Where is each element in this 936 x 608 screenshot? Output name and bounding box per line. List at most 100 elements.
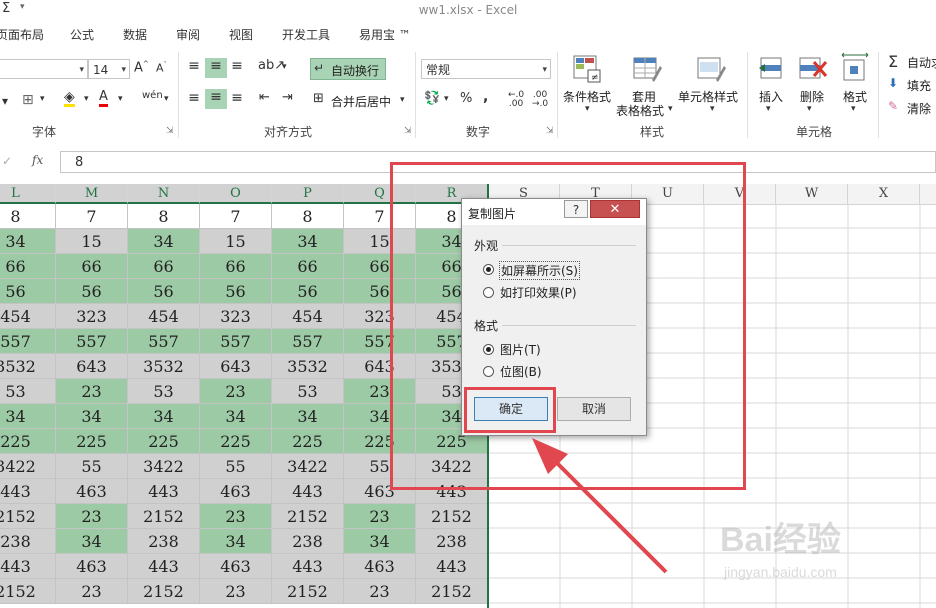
cell[interactable]: 454 [0,304,56,329]
fill-label[interactable]: 填充 [907,77,931,94]
cell[interactable]: 225 [0,429,56,454]
cell[interactable]: 56 [128,279,200,304]
help-button[interactable]: ? [564,200,588,218]
align-center-icon[interactable]: ≡ [205,89,227,109]
cell[interactable]: 34 [272,229,344,254]
cell[interactable]: 23 [56,579,128,604]
picture-label[interactable]: 图片(T) [500,341,541,358]
cell[interactable]: 238 [128,529,200,554]
radio-bitmap[interactable] [483,366,494,377]
decrease-decimal-icon[interactable]: .00 →.0 [532,91,548,109]
cell-style-icon[interactable] [696,54,726,84]
cell[interactable]: 53 [0,379,56,404]
tab-page-layout[interactable]: 页面布局 [0,26,44,43]
table-format-label-2[interactable]: 表格格式 [616,102,664,119]
cell[interactable]: 23 [56,379,128,404]
border-icon[interactable]: ⊞ [22,92,34,108]
column-header-W[interactable]: W [776,184,848,204]
bitmap-label[interactable]: 位图(B) [500,363,542,380]
column-header-P[interactable]: P [272,184,344,204]
increase-indent-icon[interactable]: ⇥ [282,90,293,105]
as-shown-when-printed-label[interactable]: 如打印效果(P) [500,284,577,301]
cell[interactable]: 225 [128,429,200,454]
percent-icon[interactable]: % [460,91,472,106]
cell[interactable]: 443 [0,554,56,579]
cell[interactable]: 23 [344,504,416,529]
cell[interactable]: 463 [56,554,128,579]
align-bottom-icon[interactable]: ≡ [228,58,246,74]
chevron-down-icon[interactable]: ▾ [400,95,405,105]
clear-label[interactable]: 清除 [907,100,931,117]
fill-color-icon[interactable]: ◈ [64,90,75,107]
conditional-format-icon[interactable]: ≠ [572,54,602,84]
dialog-launcher-icon[interactable]: ⇲ [546,126,554,136]
align-middle-icon[interactable]: ≡ [205,58,227,78]
cell[interactable]: 34 [0,404,56,429]
cell-style-label[interactable]: 单元格样式 [678,88,738,105]
cell[interactable]: 34 [200,404,272,429]
align-top-icon[interactable]: ≡ [185,58,203,74]
cell[interactable]: 238 [272,529,344,554]
cell[interactable]: 557 [272,329,344,354]
cell[interactable]: 443 [0,479,56,504]
cell[interactable]: 557 [56,329,128,354]
fx-icon[interactable]: fx [32,153,43,167]
cell[interactable]: 34 [344,529,416,554]
chevron-down-icon[interactable]: ▾ [710,104,715,114]
cell[interactable]: 56 [0,279,56,304]
chevron-down-icon[interactable]: ▾ [282,62,287,72]
chevron-down-icon[interactable]: ▾ [118,94,123,104]
format-label[interactable]: 格式 [843,88,867,105]
table-format-icon[interactable] [632,54,662,84]
cell[interactable]: 7 [56,204,128,229]
cell[interactable]: 2152 [0,504,56,529]
cell[interactable]: 8 [272,204,344,229]
cell[interactable]: 3532 [0,354,56,379]
font-shrink-icon[interactable]: Aˇ [156,61,167,75]
font-name-combo[interactable]: ▾ [0,59,88,79]
chevron-down-icon[interactable]: ▾ [164,94,169,104]
chevron-down-icon[interactable]: ▾ [668,104,673,114]
insert-label[interactable]: 插入 [759,88,783,105]
chevron-down-icon[interactable]: ▾ [851,104,856,114]
cell[interactable]: 454 [272,304,344,329]
cell[interactable]: 55 [56,454,128,479]
cell[interactable]: 23 [56,504,128,529]
cell[interactable]: 7 [200,204,272,229]
cell[interactable]: 66 [128,254,200,279]
comma-icon[interactable]: , [483,89,488,105]
cell[interactable]: 443 [416,554,488,579]
dialog-launcher-icon[interactable]: ⇲ [166,126,174,136]
cell[interactable]: 2152 [272,579,344,604]
currency-icon[interactable]: 💱 [424,91,440,106]
delete-label[interactable]: 删除 [800,88,824,105]
chevron-down-icon[interactable]: ▾ [84,94,89,104]
cell[interactable]: 34 [56,404,128,429]
autosum-label[interactable]: 自动求 [907,54,936,71]
column-header-N[interactable]: N [128,184,200,204]
font-size-combo[interactable]: 14 ▾ [88,59,130,79]
cell[interactable]: 34 [200,529,272,554]
cell[interactable]: 443 [272,554,344,579]
cell[interactable]: 8 [0,204,56,229]
cell[interactable]: 643 [56,354,128,379]
cell[interactable]: 225 [200,429,272,454]
cell[interactable]: 34 [272,404,344,429]
cell[interactable]: 2152 [0,579,56,604]
conditional-format-label[interactable]: 条件格式 [563,88,611,105]
cell[interactable]: 2152 [128,504,200,529]
align-right-icon[interactable]: ≡ [228,90,246,106]
tab-data[interactable]: 数据 [123,26,147,43]
phonetic-icon[interactable]: wén [142,90,163,101]
radio-as-shown-when-printed[interactable] [483,287,494,298]
cell[interactable]: 2152 [128,579,200,604]
cell[interactable]: 55 [200,454,272,479]
tab-view[interactable]: 视图 [229,26,253,43]
cell[interactable]: 443 [272,479,344,504]
font-grow-icon[interactable]: A^ [134,60,149,75]
cell[interactable]: 3422 [128,454,200,479]
enter-check-icon[interactable]: ✓ [2,154,12,168]
cell[interactable]: 3422 [0,454,56,479]
delete-cells-icon[interactable] [798,54,828,84]
cell[interactable]: 56 [56,279,128,304]
